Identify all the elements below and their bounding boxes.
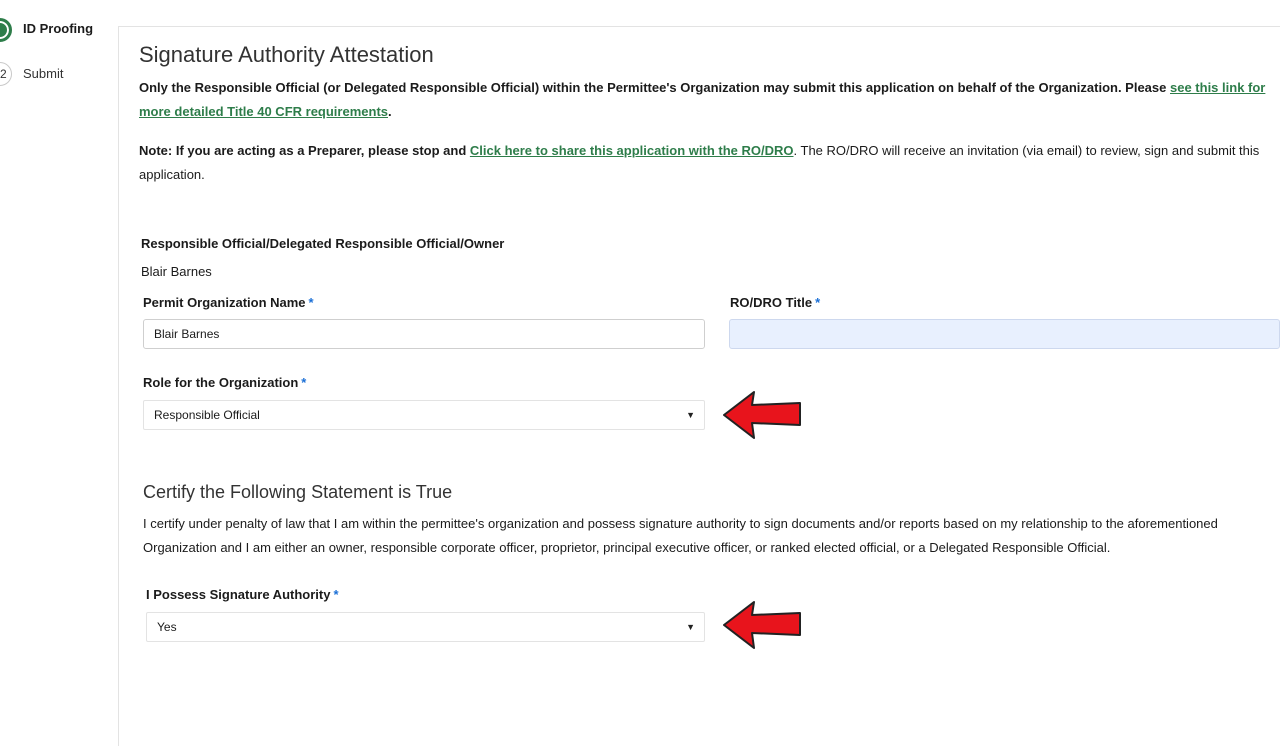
role-label-text: Role for the Organization [143,375,299,390]
ro-title-label-text: RO/DRO Title [730,295,813,310]
authority-label-text: I Possess Signature Authority [146,587,331,602]
required-asterisk: * [815,295,821,310]
org-name-input[interactable]: Blair Barnes [143,319,705,349]
official-label: Responsible Official/Delegated Responsib… [141,236,505,251]
required-asterisk: * [301,375,307,390]
step-number: 2 [0,67,7,81]
org-name-label-text: Permit Organization Name [143,295,306,310]
step-label: Submit [23,66,64,81]
official-value: Blair Barnes [141,264,212,279]
role-select[interactable]: Responsible Official ▼ [143,400,705,430]
ro-title-input[interactable] [729,319,1280,349]
certify-heading: Certify the Following Statement is True [143,482,453,502]
intro-text: Only the Responsible Official (or Delega… [139,80,1170,95]
authority-select-value: Yes [157,620,177,634]
role-label: Role for the Organization * [143,375,306,390]
required-asterisk: * [333,587,339,602]
role-select-value: Responsible Official [154,408,260,422]
required-asterisk: * [308,295,314,310]
caret-down-icon: ▼ [686,410,695,420]
step-label: ID Proofing [23,21,94,36]
intro-end: . [388,104,392,119]
org-name-label: Permit Organization Name * [143,295,314,310]
intro-paragraph: Only the Responsible Official (or Delega… [139,76,1274,124]
red-arrow-left-icon [723,601,801,649]
preparer-note: Note: If you are acting as a Preparer, p… [139,139,1274,187]
step-active-check-icon [0,18,12,42]
caret-down-icon: ▼ [686,622,695,632]
certify-statement: I certify under penalty of law that I am… [143,516,1218,555]
share-with-ro-link[interactable]: Click here to share this application wit… [470,143,794,158]
ro-title-label: RO/DRO Title * [730,295,820,310]
stepper: ID Proofing 2 Submit [0,0,118,720]
note-prefix: Note: If you are acting as a Preparer, p… [139,143,470,158]
red-arrow-left-icon [723,391,801,439]
authority-select[interactable]: Yes ▼ [146,612,705,642]
authority-label: I Possess Signature Authority * [146,587,339,602]
page-title: Signature Authority Attestation [139,42,434,67]
